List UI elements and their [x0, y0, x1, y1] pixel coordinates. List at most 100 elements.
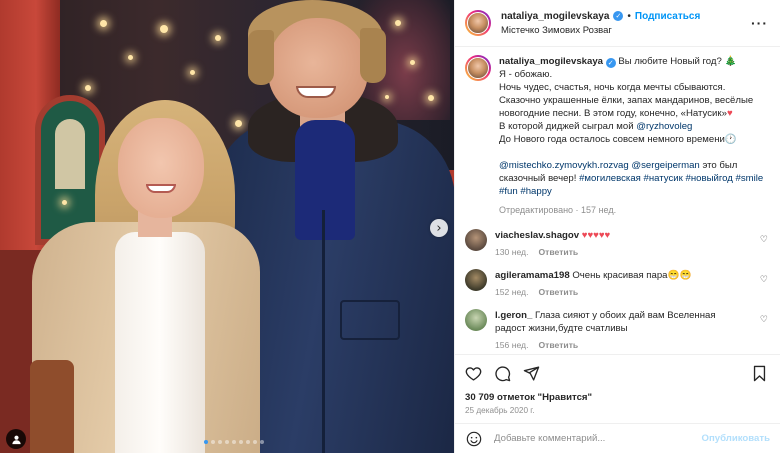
- comment-like-heart-icon[interactable]: ♡: [760, 315, 768, 325]
- woman-smile: [146, 184, 176, 193]
- hashtag-link[interactable]: #могилевская: [579, 173, 641, 184]
- hashtag-link[interactable]: #новыйгод: [686, 173, 733, 184]
- heart-outline-icon[interactable]: [465, 365, 482, 382]
- commenter-username[interactable]: agileramama198: [495, 270, 570, 281]
- carousel-dots: [204, 440, 264, 444]
- christmas-tree-icon: 🎄: [724, 56, 737, 67]
- hashtag-link[interactable]: #fun: [499, 186, 518, 197]
- emoji-smiley-icon[interactable]: [465, 430, 482, 447]
- man-sweater: [295, 120, 355, 240]
- post-date: 25 декабрь 2020 г.: [465, 406, 535, 415]
- woman-bag: [30, 360, 74, 453]
- author-avatar[interactable]: [465, 10, 491, 36]
- next-photo-button[interactable]: ›: [430, 219, 448, 237]
- carousel-dot: [211, 440, 215, 444]
- likes-count[interactable]: 30 709 отметок "Нравится": [455, 392, 780, 403]
- clock-icon: 🕐: [724, 134, 737, 145]
- comment-age: 152 нед.: [495, 287, 529, 297]
- carousel-dot: [204, 440, 208, 444]
- instagram-post: › nataliya_mogilevskaya ✓ • Подписаться …: [0, 0, 780, 453]
- paper-plane-icon[interactable]: [523, 365, 540, 382]
- reply-button[interactable]: Ответить: [538, 247, 578, 257]
- man-hair-left: [248, 30, 274, 85]
- bokeh-light: [235, 120, 242, 127]
- caption-edited-meta: Отредактировано · 157 нед.: [499, 205, 617, 215]
- bokeh-light: [215, 35, 221, 41]
- commenter-username[interactable]: viacheslav.shagov: [495, 230, 579, 241]
- bokeh-light: [128, 55, 133, 60]
- woman-face: [118, 118, 204, 218]
- carousel-dot: [253, 440, 257, 444]
- bookmark-icon[interactable]: [751, 365, 768, 382]
- caption-line-3: Ночь чудес, счастья, ночь когда мечты сб…: [499, 82, 726, 93]
- mention-link[interactable]: @sergeiperman: [631, 160, 699, 171]
- bokeh-light: [160, 25, 168, 33]
- comment-item: agileramama198 Очень красивая пара😁😁 152…: [465, 269, 768, 297]
- tagged-users-icon[interactable]: [6, 429, 26, 449]
- bokeh-light: [190, 70, 195, 75]
- verified-badge-icon: ✓: [605, 58, 616, 68]
- bokeh-light: [100, 20, 107, 27]
- reply-button[interactable]: Ответить: [538, 287, 578, 297]
- carousel-dot: [218, 440, 222, 444]
- bokeh-light: [395, 20, 401, 26]
- comment-like-heart-icon[interactable]: ♡: [760, 235, 768, 245]
- chevron-right-icon: ›: [436, 220, 442, 236]
- more-options-icon[interactable]: ···: [751, 15, 768, 31]
- hashtag-link[interactable]: #натусик: [644, 173, 683, 184]
- bokeh-light: [62, 200, 67, 205]
- action-bar: [455, 354, 780, 392]
- man-face: [268, 18, 368, 118]
- carousel-dot: [225, 440, 229, 444]
- reply-button[interactable]: Ответить: [538, 340, 578, 350]
- comment-age: 130 нед.: [495, 247, 529, 257]
- carousel-dot: [239, 440, 243, 444]
- follow-button[interactable]: Подписаться: [635, 11, 700, 22]
- post-comments-area: nataliya_mogilevskaya ✓ Вы любите Новый …: [455, 47, 780, 354]
- mention-link[interactable]: @ryzhovoleg: [636, 121, 692, 132]
- comment-like-heart-icon[interactable]: ♡: [760, 275, 768, 285]
- comment-item: viacheslav.shagov ♥♥♥♥♥ 130 нед. Ответит…: [465, 229, 768, 257]
- separator-dot: •: [627, 10, 631, 22]
- commenter-avatar[interactable]: [465, 269, 487, 291]
- caption-line-6: В которой диджей сыграл мой: [499, 121, 634, 132]
- man-smile: [296, 86, 336, 98]
- caption-text: сказочный вечер!: [499, 173, 577, 184]
- commenter-avatar[interactable]: [465, 229, 487, 251]
- bokeh-light: [410, 60, 415, 65]
- bokeh-light: [385, 95, 389, 99]
- author-username[interactable]: nataliya_mogilevskaya: [501, 11, 609, 22]
- publish-button[interactable]: Опубликовать: [701, 433, 770, 444]
- man-pocket: [340, 300, 400, 340]
- post-photo[interactable]: ›: [0, 0, 454, 453]
- commenter-username[interactable]: l.geron_: [495, 310, 532, 321]
- comment-icon[interactable]: [494, 365, 511, 382]
- comment-age: 156 нед.: [495, 340, 529, 350]
- caption-line-5: новогодние песни. В этом году, конечно, …: [499, 108, 727, 119]
- post-header: nataliya_mogilevskaya ✓ • Подписаться Мі…: [455, 0, 780, 47]
- caption-text: это был: [699, 160, 738, 171]
- comment-input[interactable]: [494, 433, 690, 444]
- caption-avatar[interactable]: [465, 55, 491, 81]
- hashtag-link[interactable]: #smile: [736, 173, 764, 184]
- mention-link[interactable]: @mistechko.zymovykh.rozvag: [499, 160, 629, 171]
- caption-username[interactable]: nataliya_mogilevskaya: [499, 56, 603, 67]
- woman-blouse: [115, 232, 205, 453]
- bokeh-light: [85, 85, 91, 91]
- post-location[interactable]: Містечко Зимових Розваг: [501, 25, 700, 36]
- caption-line-4: Сказочно украшенные ёлки, запах мандарин…: [499, 95, 754, 106]
- man-zipper: [322, 210, 325, 453]
- comment-text: Очень красивая пара😁😁: [572, 270, 692, 281]
- caption: nataliya_mogilevskaya ✓ Вы любите Новый …: [465, 55, 768, 217]
- hashtag-link[interactable]: #happy: [520, 186, 551, 197]
- post-sidebar: nataliya_mogilevskaya ✓ • Подписаться Мі…: [454, 0, 780, 453]
- carousel-dot: [260, 440, 264, 444]
- commenter-avatar[interactable]: [465, 309, 487, 331]
- caption-line-1: Вы любите Новый год?: [618, 56, 722, 67]
- comment-item: l.geron_ Глаза сияют у обоих дай вам Все…: [465, 309, 768, 350]
- red-heart-icon: ♥: [726, 108, 733, 119]
- comment-text: ♥♥♥♥♥: [581, 230, 611, 241]
- caption-line-7: До Нового года осталось совсем немного в…: [499, 134, 725, 145]
- add-comment-bar: Опубликовать: [455, 423, 780, 453]
- carousel-dot: [232, 440, 236, 444]
